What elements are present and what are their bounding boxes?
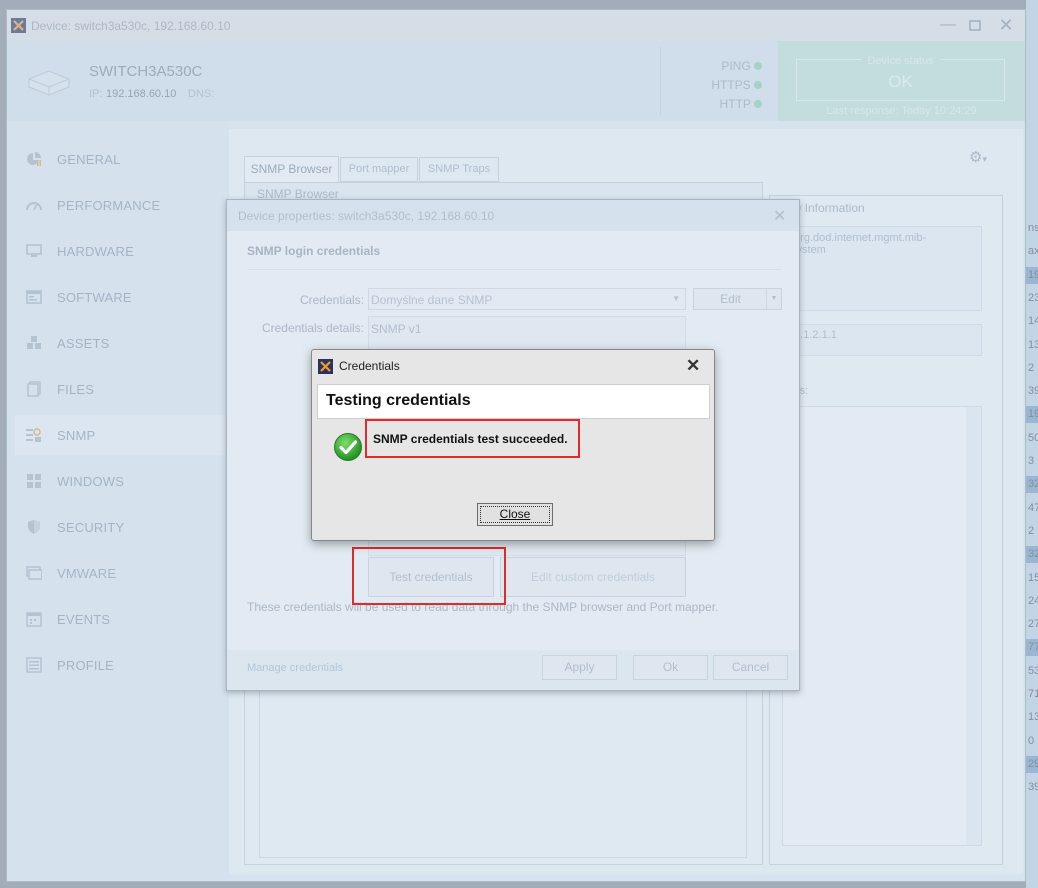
close-button[interactable]: Close [477,503,553,526]
highlight-test-button [352,547,506,605]
credentials-dialog: Credentials ✕ Testing credentials SNMP c… [311,349,715,541]
close-button-label: Close [480,506,550,523]
cred-close-icon[interactable]: ✕ [686,356,700,376]
app-logo-icon [318,359,333,374]
success-check-icon [333,432,363,465]
cred-heading: Testing credentials [317,384,710,419]
cred-message: SNMP credentials test succeeded. [373,432,568,446]
cred-title: Credentials [339,359,400,373]
